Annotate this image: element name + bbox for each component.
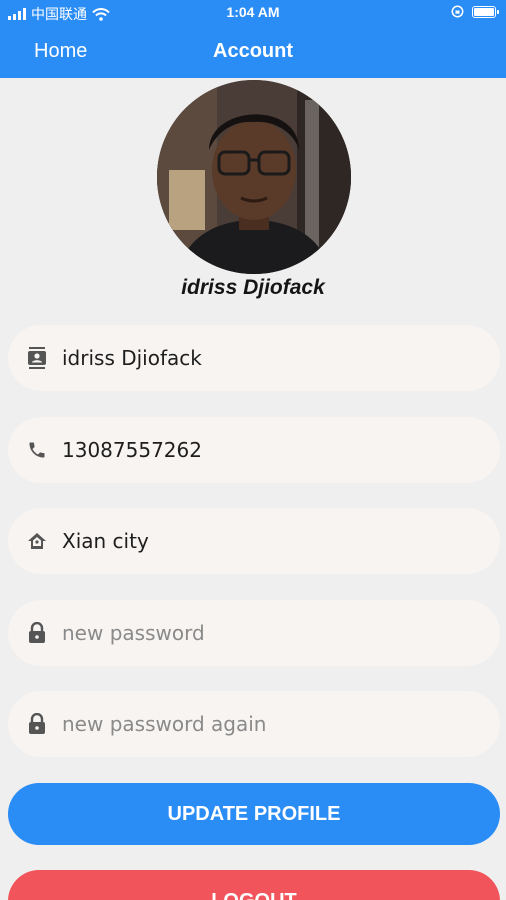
new-password-again-field[interactable]: new password again (8, 691, 500, 757)
contact-card-icon (26, 347, 48, 369)
lock-icon (26, 622, 48, 644)
new-password-again-placeholder: new password again (62, 712, 267, 736)
orientation-lock-icon (451, 5, 464, 18)
address-field[interactable]: Xian city (8, 508, 500, 574)
battery-icon (472, 5, 499, 18)
phone-value: 13087557262 (62, 438, 202, 462)
avatar-photo (157, 80, 351, 274)
new-password-field[interactable]: new password (8, 600, 500, 666)
name-value: idriss Djiofack (62, 346, 202, 370)
status-time: 1:04 AM (226, 4, 280, 20)
profile-name: idriss Djiofack (181, 276, 325, 299)
lock-icon (26, 713, 48, 735)
status-bar: 中国联通 1:04 AM (0, 0, 506, 26)
name-field[interactable]: idriss Djiofack (8, 325, 500, 391)
home-back-button[interactable]: Home (34, 40, 87, 63)
status-right (451, 5, 499, 18)
address-value: Xian city (62, 529, 149, 553)
avatar[interactable] (157, 80, 351, 274)
phone-icon (26, 439, 48, 461)
phone-field[interactable]: 13087557262 (8, 417, 500, 483)
logout-button[interactable]: LOGOUT (8, 870, 500, 900)
home-icon (26, 530, 48, 552)
new-password-placeholder: new password (62, 621, 205, 645)
nav-bar: Account Home (0, 26, 506, 78)
update-profile-button[interactable]: UPDATE PROFILE (8, 783, 500, 845)
